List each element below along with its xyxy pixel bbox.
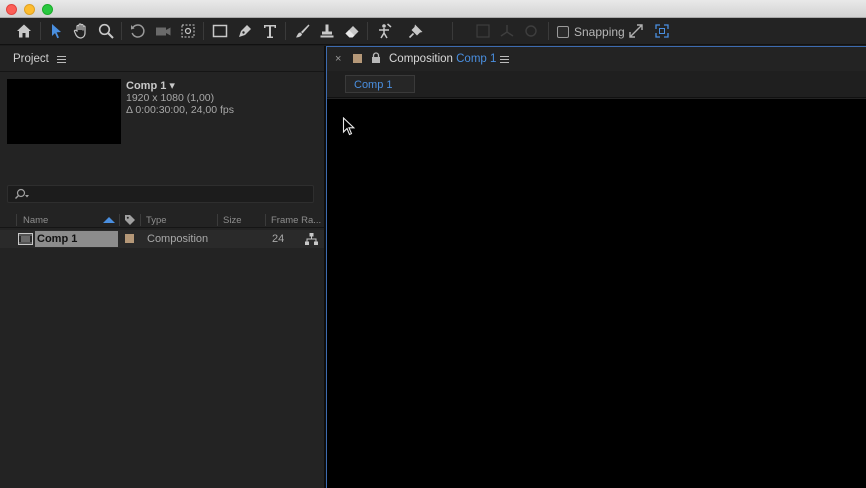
type-tool-icon[interactable]: [259, 20, 281, 42]
column-size[interactable]: Size: [223, 215, 241, 226]
panel-menu-icon[interactable]: [500, 56, 509, 64]
project-panel: Project Comp 1 ▾ 1920 x 1080 (1,00) Δ 0:…: [0, 46, 324, 488]
brush-tool-icon[interactable]: [291, 20, 313, 42]
composition-panel-header: × Composition Comp 1: [327, 47, 866, 71]
table-row[interactable]: Comp 1 Composition 24: [0, 230, 324, 248]
composition-tab-bar: Comp 1: [327, 71, 866, 98]
item-label-color[interactable]: [125, 234, 134, 243]
camera-tool-icon[interactable]: [152, 20, 174, 42]
panel-menu-icon[interactable]: [57, 56, 66, 64]
selected-item-resolution: 1920 x 1080 (1,00): [126, 92, 215, 104]
window-minimize-button[interactable]: [24, 4, 35, 15]
column-name[interactable]: Name: [23, 215, 48, 226]
composition-label-color: [353, 54, 362, 63]
composition-panel-label: Composition: [389, 53, 453, 65]
label-tag-icon[interactable]: [124, 214, 136, 226]
selection-tool-icon[interactable]: [45, 20, 67, 42]
selected-item-duration: Δ 0:00:30:00, 24,00 fps: [126, 104, 235, 116]
lock-icon[interactable]: [371, 52, 381, 64]
snap-expand-icon[interactable]: [625, 20, 647, 42]
composition-panel-title: Composition Comp 1: [389, 53, 496, 65]
window-close-button[interactable]: [6, 4, 17, 15]
item-name[interactable]: Comp 1: [35, 231, 118, 247]
window-maximize-button[interactable]: [42, 4, 53, 15]
hand-tool-icon[interactable]: [70, 20, 92, 42]
rotation-tool-icon[interactable]: [127, 20, 149, 42]
tools-toolbar: Snapping: [0, 18, 866, 45]
composition-thumbnail: [7, 79, 121, 144]
column-type[interactable]: Type: [146, 215, 167, 226]
project-search-input[interactable]: [7, 185, 314, 203]
project-column-header: Name Type Size Frame Ra...: [0, 212, 324, 228]
home-icon[interactable]: [13, 20, 35, 42]
composition-icon: [18, 233, 33, 245]
clone-stamp-tool-icon[interactable]: [316, 20, 338, 42]
pan-behind-tool-icon[interactable]: [177, 20, 199, 42]
world-axis-mode-icon: [496, 20, 518, 42]
snapping-checkbox[interactable]: [557, 26, 569, 38]
project-panel-header: Project: [0, 46, 324, 72]
search-icon: [15, 188, 29, 199]
window-titlebar: [0, 0, 866, 18]
view-axis-mode-icon: [520, 20, 542, 42]
zoom-tool-icon[interactable]: [95, 20, 117, 42]
flowchart-icon[interactable]: [305, 233, 318, 245]
item-type: Composition: [147, 233, 209, 245]
close-panel-icon[interactable]: ×: [335, 53, 341, 65]
composition-panel: × Composition Comp 1 Comp 1: [326, 46, 866, 488]
project-panel-title[interactable]: Project: [13, 53, 49, 65]
eraser-tool-icon[interactable]: [341, 20, 363, 42]
tab-comp-1[interactable]: Comp 1: [345, 75, 415, 93]
column-frame-rate[interactable]: Frame Ra...: [271, 215, 321, 226]
puppet-pin-tool-icon[interactable]: [405, 20, 427, 42]
composition-viewer[interactable]: [327, 99, 866, 488]
local-axis-mode-icon: [472, 20, 494, 42]
composition-panel-comp-name: Comp 1: [456, 53, 497, 65]
sort-ascending-icon[interactable]: [103, 217, 115, 223]
roto-brush-tool-icon[interactable]: [373, 20, 395, 42]
selected-item-name[interactable]: Comp 1 ▾: [126, 79, 175, 92]
item-frame-rate: 24: [272, 233, 285, 245]
snap-features-icon[interactable]: [651, 20, 673, 42]
mouse-cursor-icon: [342, 117, 356, 136]
rectangle-tool-icon[interactable]: [209, 20, 231, 42]
snapping-label: Snapping: [574, 25, 625, 39]
pen-tool-icon[interactable]: [234, 20, 256, 42]
